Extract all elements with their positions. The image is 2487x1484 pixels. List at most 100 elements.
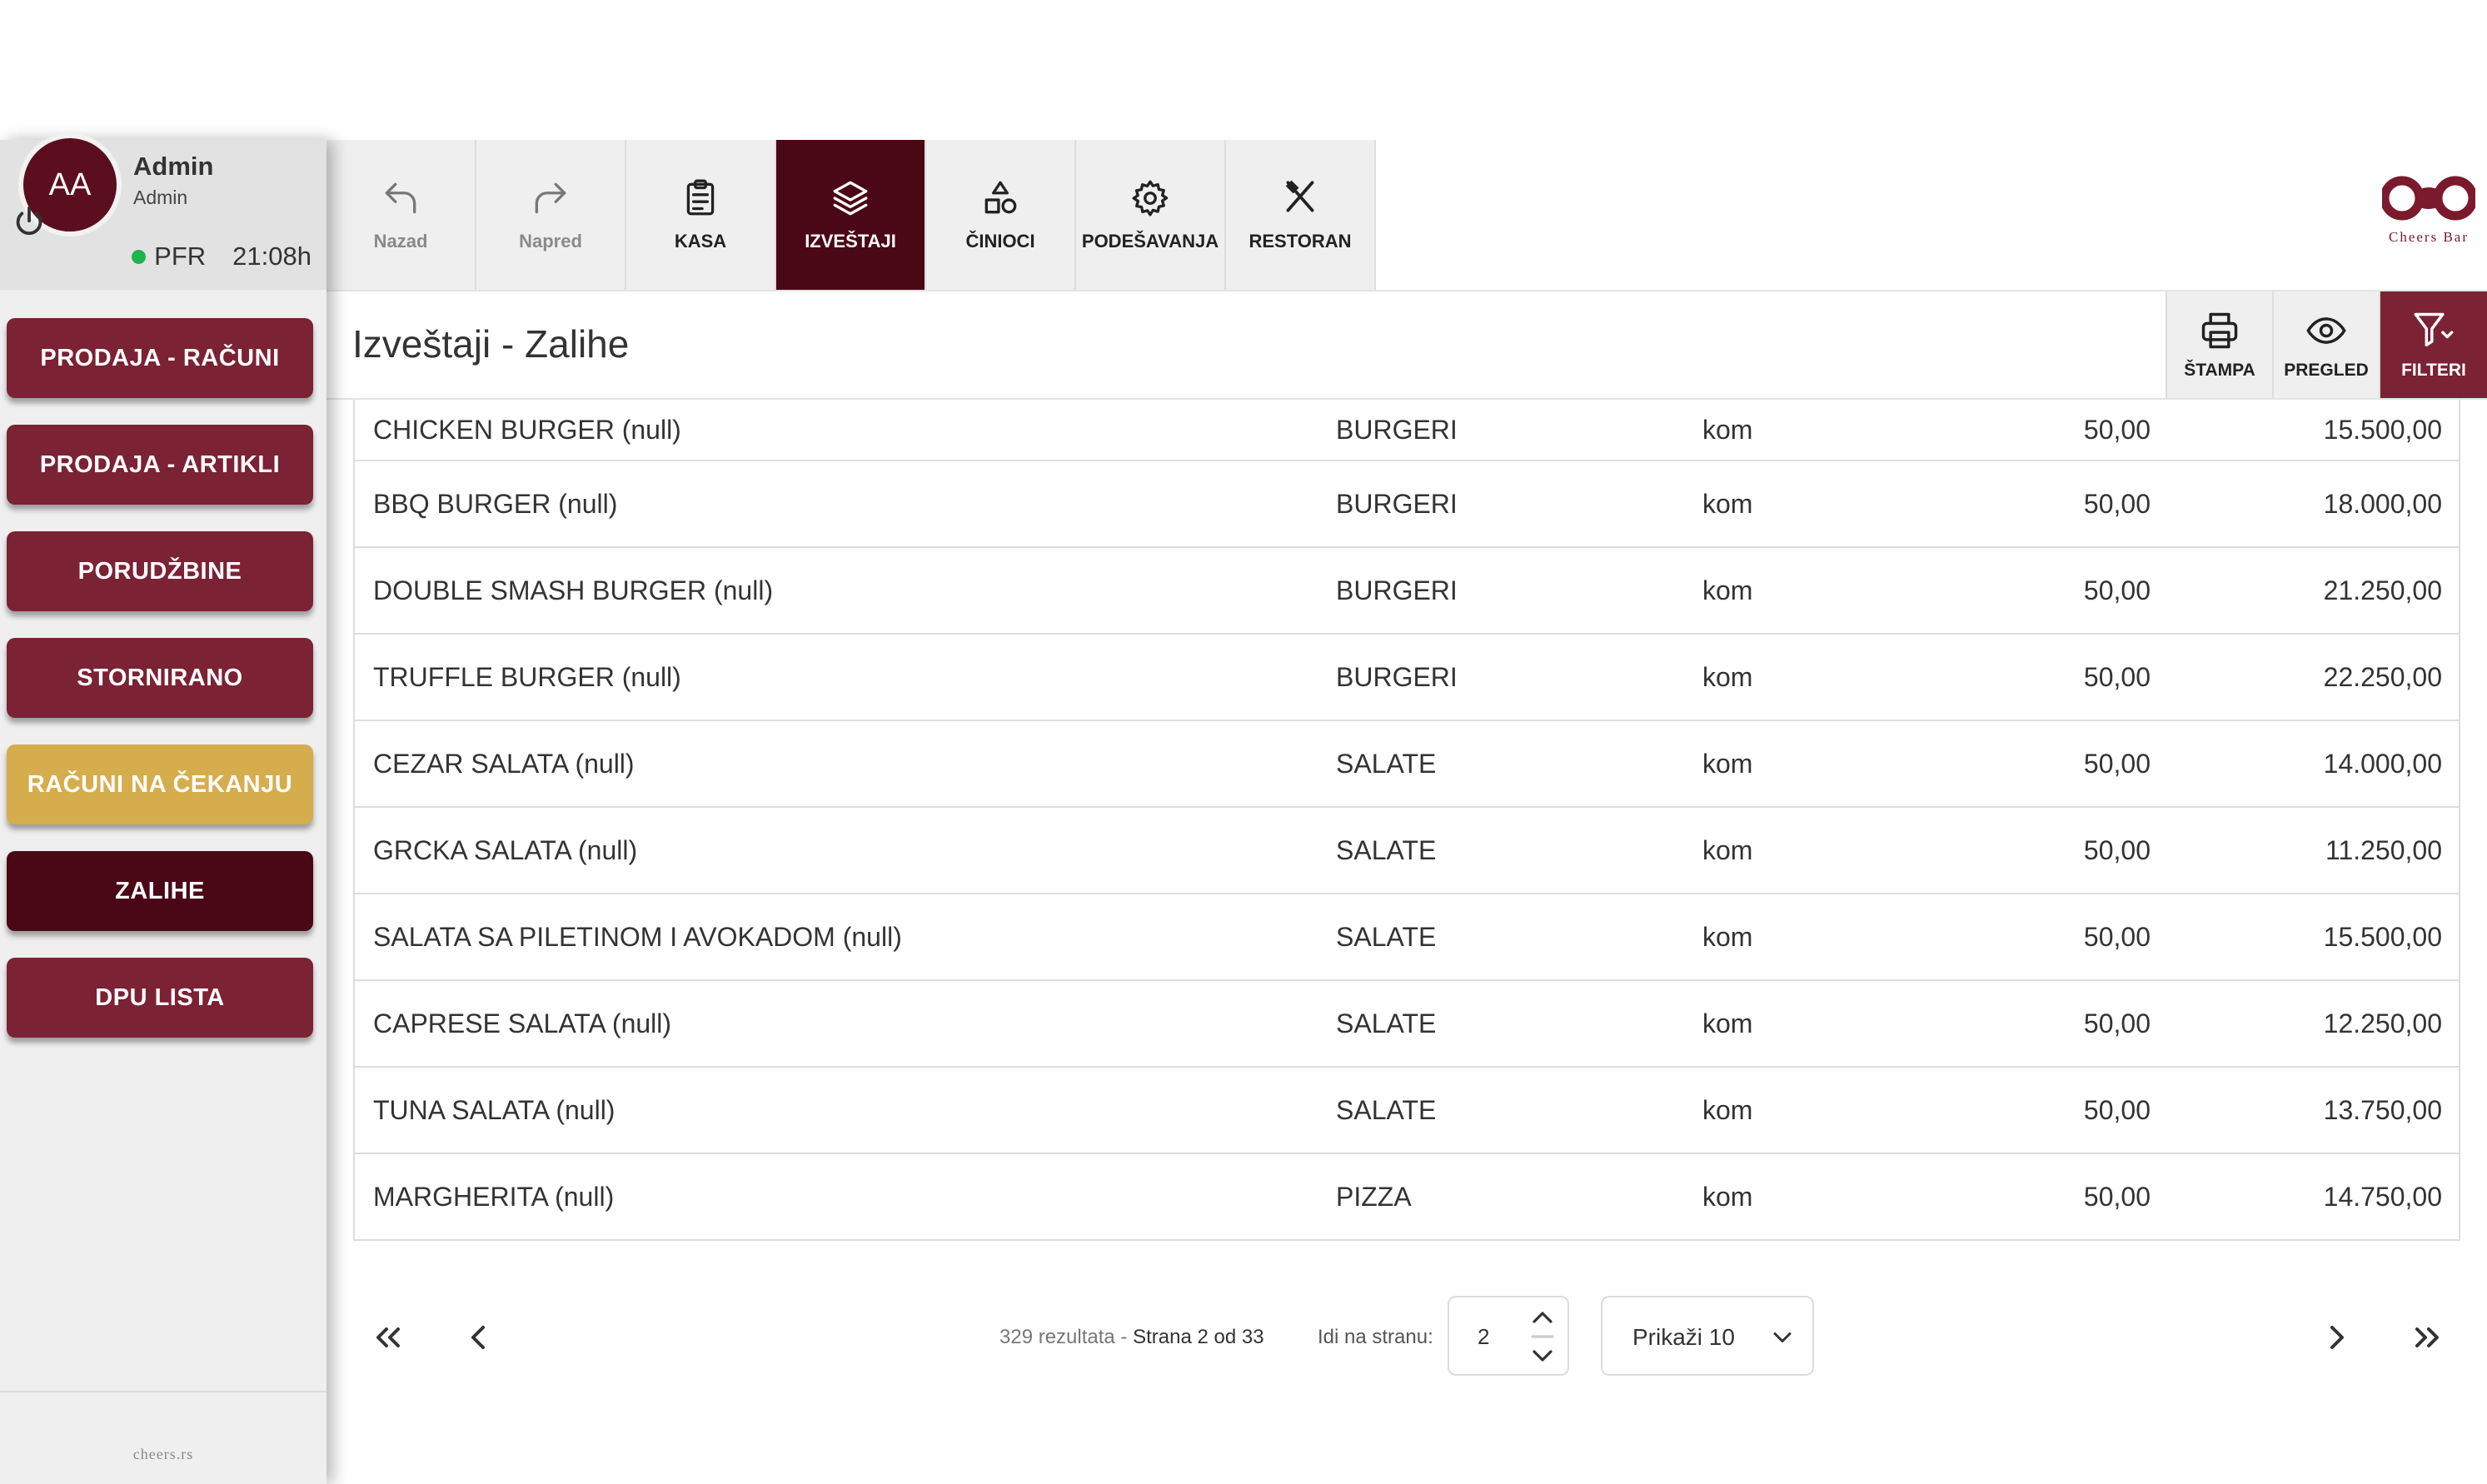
item-unit: kom: [1702, 1008, 1753, 1038]
page-size-select[interactable]: Prikaži 10: [1601, 1296, 1814, 1376]
first-page-icon[interactable]: [368, 1317, 408, 1357]
item-value: 12.250,00: [2323, 1008, 2442, 1038]
sidebar-item-porudzbine[interactable]: PORUDŽBINE: [7, 531, 313, 611]
item-quantity: 50,00: [2083, 661, 2151, 692]
item-category: SALATE: [1336, 1008, 1437, 1038]
sidebar-item-zalihe[interactable]: ZALIHE: [7, 851, 313, 931]
goto-page-label: Idi na stranu:: [1318, 1326, 1433, 1348]
item-name: DOUBLE SMASH BURGER (null): [373, 575, 774, 605]
table-row[interactable]: BBQ BURGER (null) BURGERI kom 50,00 18.0…: [355, 461, 2459, 548]
print-button[interactable]: ŠTAMPA: [2166, 291, 2272, 398]
item-name: CEZAR SALATA (null): [373, 748, 635, 779]
goto-page-input[interactable]: 2: [1448, 1296, 1569, 1376]
page-title: Izveštaji - Zalihe: [352, 322, 630, 366]
forward-label: Napred: [519, 231, 582, 251]
user-role: Admin: [133, 187, 188, 208]
toolbar-divider: [326, 290, 2487, 291]
tab-kasa[interactable]: KASA: [626, 140, 776, 290]
item-quantity: 50,00: [2083, 921, 2151, 952]
item-category: PIZZA: [1336, 1181, 1412, 1212]
results-summary: 329 rezultata - Strana 2 od 33: [999, 1326, 1264, 1349]
item-quantity: 50,00: [2083, 575, 2151, 605]
next-page-icon[interactable]: [2317, 1317, 2357, 1357]
table-row[interactable]: MARGHERITA (null) PIZZA kom 50,00 14.750…: [355, 1154, 2459, 1241]
brand-logo: Cheers Bar: [2380, 173, 2478, 246]
report-actions: ŠTAMPA PREGLED FILTERI: [2166, 291, 2487, 398]
power-icon[interactable]: [10, 203, 48, 242]
tab-restoran[interactable]: RESTORAN: [1226, 140, 1376, 290]
sidebar-item-racuni-na-cekanju[interactable]: RAČUNI NA ČEKANJU: [7, 744, 313, 824]
eye-icon: [2306, 317, 2346, 344]
sidebar-item-dpu-lista[interactable]: DPU LISTA: [7, 958, 313, 1038]
item-name: CAPRESE SALATA (null): [373, 1008, 672, 1038]
item-quantity: 50,00: [2083, 748, 2151, 779]
brand-name: Cheers Bar: [2388, 229, 2469, 245]
filter-icon: [2414, 312, 2454, 347]
back-button[interactable]: Nazad: [326, 140, 476, 290]
filters-button[interactable]: FILTERI: [2379, 291, 2487, 398]
sidebar: AA Admin Admin PFR 21:08h PRODAJA - RAČU…: [0, 133, 326, 1484]
tab-izvestaji[interactable]: IZVEŠTAJI: [776, 140, 926, 290]
tab-cinioci[interactable]: ČINIOCI: [926, 140, 1076, 290]
sidebar-item-prodaja-racuni[interactable]: PRODAJA - RAČUNI: [7, 318, 313, 398]
results-count: 329 rezultata -: [999, 1326, 1134, 1348]
item-unit: kom: [1702, 834, 1753, 865]
status-online-icon: [132, 249, 147, 264]
sidebar-divider: [0, 1391, 326, 1392]
fiscal-status: PFR 21:08h: [132, 242, 311, 271]
table-row[interactable]: CHICKEN BURGER (null) BURGERI kom 50,00 …: [355, 400, 2459, 461]
item-name: TUNA SALATA (null): [373, 1094, 616, 1125]
stock-table: CHICKEN BURGER (null) BURGERI kom 50,00 …: [353, 400, 2460, 1241]
tab-podesavanja-label: PODEŠAVANJA: [1081, 231, 1219, 251]
item-quantity: 50,00: [2083, 414, 2151, 445]
printer-icon: [2201, 312, 2238, 349]
item-name: MARGHERITA (null): [373, 1181, 615, 1212]
item-unit: kom: [1702, 414, 1753, 445]
sidebar-item-stornirano[interactable]: STORNIRANO: [7, 638, 313, 718]
table-row[interactable]: CAPRESE SALATA (null) SALATE kom 50,00 1…: [355, 981, 2459, 1068]
previous-page-icon[interactable]: [458, 1317, 498, 1357]
tab-podesavanja[interactable]: PODEŠAVANJA: [1076, 140, 1226, 290]
table-row[interactable]: DOUBLE SMASH BURGER (null) BURGERI kom 5…: [355, 548, 2459, 635]
item-name: TRUFFLE BURGER (null): [373, 661, 681, 692]
item-unit: kom: [1702, 575, 1753, 605]
preview-button[interactable]: PREGLED: [2272, 291, 2379, 398]
item-value: 22.250,00: [2323, 661, 2442, 692]
item-category: BURGERI: [1336, 661, 1458, 692]
back-label: Nazad: [373, 231, 428, 251]
page-stepper-icon[interactable]: [1529, 1306, 1556, 1367]
item-name: BBQ BURGER (null): [373, 488, 618, 519]
chevron-down-icon: [1773, 1332, 1792, 1342]
item-value: 15.500,00: [2323, 921, 2442, 952]
tab-kasa-label: KASA: [674, 231, 727, 251]
clipboard-icon: [686, 179, 715, 216]
item-category: SALATE: [1336, 748, 1437, 779]
item-value: 14.000,00: [2323, 748, 2442, 779]
item-category: SALATE: [1336, 1094, 1437, 1125]
table-row[interactable]: TRUFFLE BURGER (null) BURGERI kom 50,00 …: [355, 635, 2459, 721]
item-unit: kom: [1702, 921, 1753, 952]
sidebar-footer: cheers.rs: [132, 1446, 194, 1462]
item-quantity: 50,00: [2083, 488, 2151, 519]
forward-button[interactable]: Napred: [476, 140, 626, 290]
item-category: SALATE: [1336, 921, 1437, 952]
sidebar-item-prodaja-artikli[interactable]: PRODAJA - ARTIKLI: [7, 425, 313, 505]
user-name: Admin: [133, 152, 214, 181]
filters-label: FILTERI: [2401, 361, 2466, 380]
preview-label: PREGLED: [2284, 361, 2369, 380]
table-row[interactable]: SALATA SA PILETINOM I AVOKADOM (null) SA…: [355, 894, 2459, 981]
table-row[interactable]: GRCKA SALATA (null) SALATE kom 50,00 11.…: [355, 808, 2459, 894]
item-quantity: 50,00: [2083, 1094, 2151, 1125]
item-value: 14.750,00: [2323, 1181, 2442, 1212]
item-value: 18.000,00: [2323, 488, 2442, 519]
table-row[interactable]: TUNA SALATA (null) SALATE kom 50,00 13.7…: [355, 1068, 2459, 1154]
table-row[interactable]: CEZAR SALATA (null) SALATE kom 50,00 14.…: [355, 721, 2459, 808]
item-name: SALATA SA PILETINOM I AVOKADOM (null): [373, 921, 902, 952]
last-page-icon[interactable]: [2407, 1317, 2447, 1357]
tab-cinioci-label: ČINIOCI: [965, 231, 1035, 251]
item-unit: kom: [1702, 1094, 1753, 1125]
item-value: 11.250,00: [2325, 834, 2442, 865]
page-info: Strana 2 od 33: [1133, 1326, 1264, 1348]
cheers-logo-icon: [2380, 176, 2478, 221]
item-unit: kom: [1702, 748, 1753, 779]
